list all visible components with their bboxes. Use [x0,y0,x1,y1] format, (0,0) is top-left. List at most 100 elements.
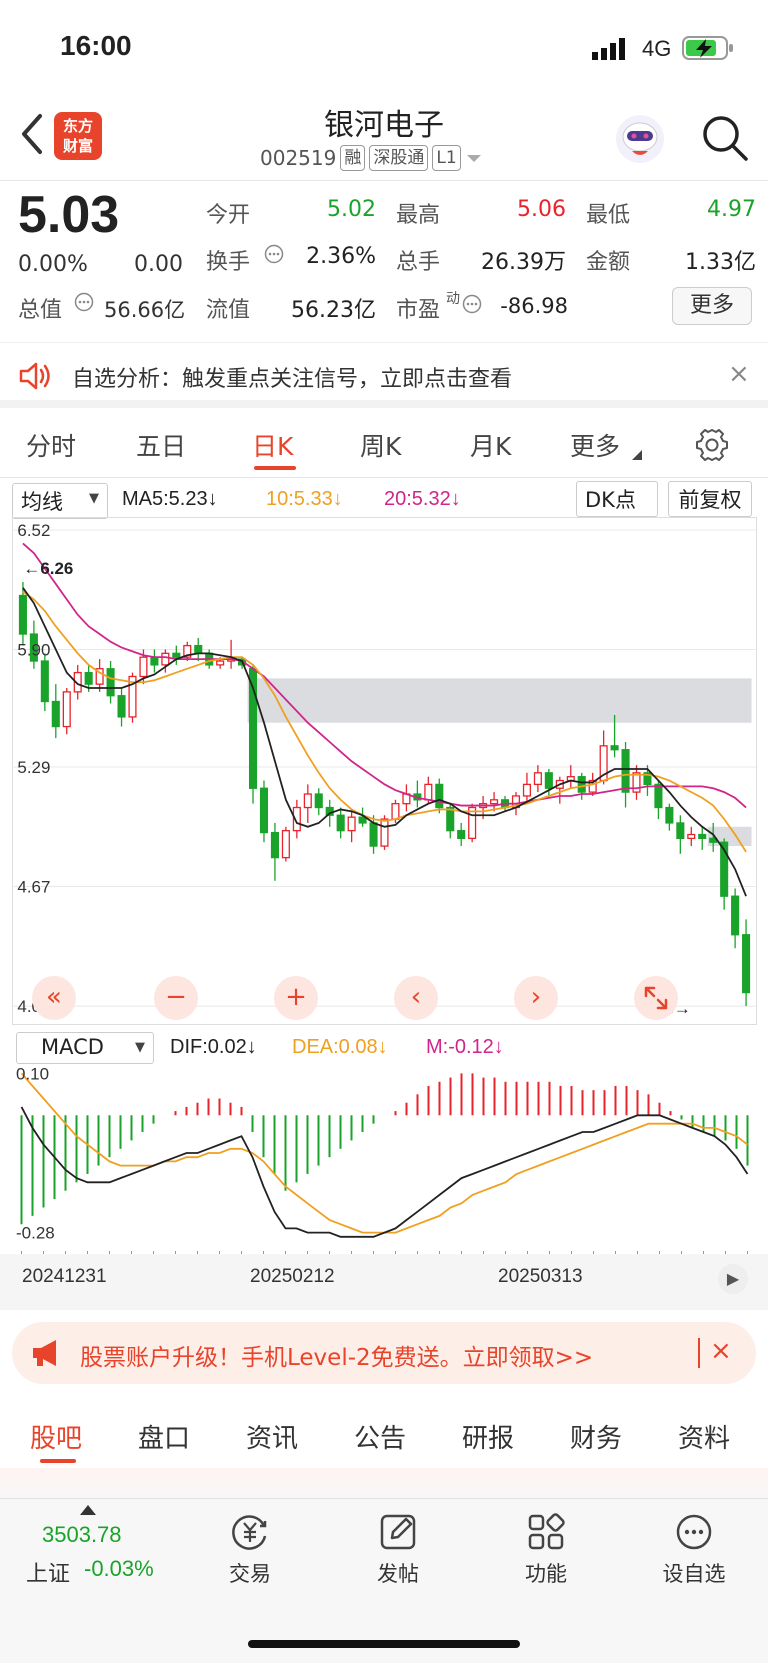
notice-close-icon[interactable]: × [728,359,750,389]
subtab-forum[interactable]: 股吧 [30,1418,82,1455]
tab-more[interactable]: 更多 [570,427,620,463]
candle-up [303,793,312,809]
macd-chart[interactable]: 0.10 -0.28 [12,1057,757,1257]
notice-text: 自选分析：触发重点关注信号，立即点击查看 [72,367,513,392]
banner-separator [698,1338,700,1368]
more-quote-button[interactable]: 更多 [672,287,752,325]
y-tick-label: 4.67 [17,878,50,897]
info-dots-icon[interactable] [462,294,482,314]
search-icon[interactable] [700,113,750,163]
play-right-icon[interactable]: ▶ [718,1264,748,1294]
gear-icon[interactable] [695,428,729,462]
y-tick-label: 6.52 [17,521,50,540]
dif-legend: DIF:0.02↓ [170,1036,257,1058]
subtab-announcements[interactable]: 公告 [354,1418,406,1455]
info-dots-icon[interactable] [264,244,284,264]
candle-down [150,656,159,666]
kline-grid [13,529,756,1007]
kline-chart[interactable]: 6.525.905.294.674.05 ←6.26 4.05→ [12,517,757,1025]
turnover-value: 2.36% [306,244,376,269]
candle-down [369,822,378,847]
gap-zone [247,678,752,723]
fullscreen-icon[interactable] [634,976,678,1020]
candle-up [281,830,290,859]
network-type: 4G [642,36,672,61]
candle-down [51,700,60,728]
dea-line [20,1072,749,1234]
candle-down [577,776,586,793]
low-value: 4.97 [707,197,756,222]
active-tab-indicator [254,466,296,470]
dk-point-button[interactable]: DK点 [576,481,658,517]
candle-up [424,783,433,801]
zoom-in-button[interactable]: + [274,976,318,1020]
candle-down [172,652,181,658]
candle-up [347,816,356,832]
nav-functions[interactable]: 功能 [496,1512,596,1588]
candle-up [522,783,531,797]
ma-select[interactable]: 均线 ▼ [12,483,108,519]
change-percent: 0.00% [18,252,88,277]
ma5-line [22,587,747,897]
high-label: 最高 [396,203,441,228]
tab-five-day[interactable]: 五日 [136,427,186,463]
pe-superscript: 动 [446,291,460,307]
tab-monthly-k[interactable]: 月K [470,427,511,463]
tag-connect: 深股通 [369,145,429,171]
tab-intraday[interactable]: 分时 [26,427,76,463]
candle-down [446,806,455,832]
subtab-orderbook[interactable]: 盘口 [138,1418,190,1455]
candle-up [391,803,400,820]
subtab-financials[interactable]: 财务 [570,1418,622,1455]
tab-weekly-k[interactable]: 周K [360,427,401,463]
kline-gap-zones [247,678,752,847]
robot-assistant-icon[interactable] [614,113,666,165]
scroll-left-button[interactable]: ‹ [394,976,438,1020]
rewind-button[interactable]: « [32,976,76,1020]
stock-code: 002519 [260,146,337,170]
tab-daily-k[interactable]: 日K [252,427,293,463]
stock-subline: 002519 融 深股通 L1 [260,145,483,171]
nav-functions-label: 功能 [525,1562,567,1586]
corner-triangle-icon [632,450,642,460]
market-cap-value: 56.66亿 [104,298,186,322]
high-price-marker: ←6.26 [23,559,73,578]
volume-value: 26.39万 [481,250,566,275]
ma10-legend: 10:5.33↓ [266,488,343,510]
nav-trade[interactable]: 交易 [200,1512,300,1588]
banner-close-icon[interactable]: × [710,1336,732,1366]
macd-select-value: MACD [41,1035,104,1059]
index-name: 上证 [26,1562,71,1587]
zoom-out-button[interactable]: − [154,976,198,1020]
dk-point-label: DK点 [585,488,636,512]
info-dots-icon[interactable] [74,292,94,312]
nav-watchlist-label: 设自选 [662,1562,726,1586]
edit-icon [380,1514,416,1550]
battery-charging-icon [682,36,733,60]
macd-y-tick-label: 0.10 [16,1064,49,1083]
change-amount: 0.00 [134,252,183,277]
promo-banner[interactable]: 股票账户升级！手机Level-2免费送。立即领取>> × [12,1322,756,1384]
subtab-profile[interactable]: 资料 [678,1418,730,1455]
more-circle-icon [676,1514,712,1550]
date-label-mid: 20250212 [250,1266,335,1287]
adjust-button[interactable]: 前复权 [668,481,752,517]
grid-apps-icon [528,1513,565,1550]
nav-post[interactable]: 发帖 [348,1512,448,1588]
candle-down [314,793,323,809]
candle-down [698,833,707,840]
caret-up-icon [80,1505,96,1515]
nav-watchlist[interactable]: 设自选 [644,1512,744,1588]
candle-down [40,660,49,703]
macd-histogram [20,1073,749,1225]
dropdown-icon[interactable] [465,152,483,164]
open-value: 5.02 [327,197,376,222]
candle-down [621,749,630,793]
index-value[interactable]: 3503.78 [42,1522,122,1548]
notice-bar[interactable]: 自选分析：触发重点关注信号，立即点击查看 × [0,342,768,408]
subtab-news[interactable]: 资讯 [246,1418,298,1455]
subtab-research[interactable]: 研报 [462,1418,514,1455]
yuan-refresh-icon [232,1515,267,1550]
nav-post-label: 发帖 [377,1562,419,1586]
scroll-right-button[interactable]: › [514,976,558,1020]
